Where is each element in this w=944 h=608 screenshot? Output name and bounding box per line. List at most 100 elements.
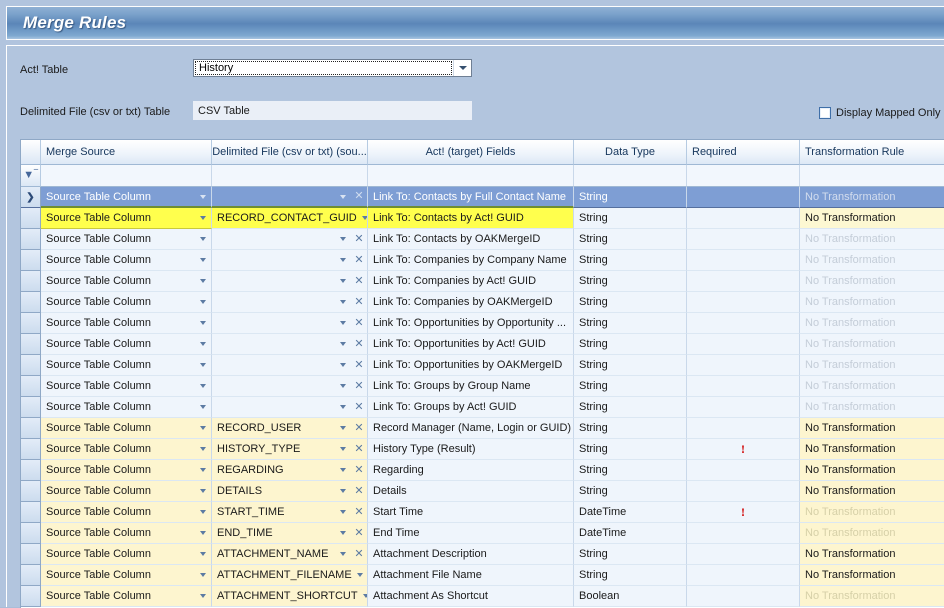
cell-merge-source[interactable]: Source Table Column: [41, 250, 212, 271]
clear-mapping-icon[interactable]: ✕: [351, 229, 367, 250]
chevron-down-icon[interactable]: [335, 271, 351, 291]
cell-delimited-file[interactable]: ATTACHMENT_NAME✕: [212, 544, 368, 565]
cell-transformation-rule[interactable]: No Transformation: [800, 271, 944, 292]
cell-merge-source[interactable]: Source Table Column: [41, 544, 212, 565]
chevron-down-icon[interactable]: [335, 502, 351, 522]
row-indicator-cell[interactable]: [21, 355, 41, 376]
cell-transformation-rule[interactable]: No Transformation: [800, 229, 944, 250]
cell-delimited-file[interactable]: ✕: [212, 250, 368, 271]
row-indicator-cell[interactable]: [21, 523, 41, 544]
chevron-down-icon[interactable]: [352, 565, 368, 585]
clear-mapping-icon[interactable]: ✕: [351, 460, 367, 481]
row-indicator-cell[interactable]: [21, 502, 41, 523]
act-table-select[interactable]: History: [193, 59, 472, 77]
table-row[interactable]: Source Table ColumnRECORD_CONTACT_GUID✕L…: [21, 208, 944, 229]
chevron-down-icon[interactable]: [195, 334, 211, 354]
cell-merge-source[interactable]: Source Table Column: [41, 187, 212, 208]
cell-merge-source[interactable]: Source Table Column: [41, 565, 212, 586]
cell-transformation-rule[interactable]: No Transformation: [800, 397, 944, 418]
cell-merge-source[interactable]: Source Table Column: [41, 271, 212, 292]
clear-mapping-icon[interactable]: ✕: [351, 187, 367, 207]
filter-input-data-type[interactable]: [574, 165, 687, 187]
chevron-down-icon[interactable]: [195, 460, 211, 480]
clear-mapping-icon[interactable]: ✕: [351, 481, 367, 502]
chevron-down-icon[interactable]: [335, 397, 351, 417]
row-indicator-cell[interactable]: [21, 376, 41, 397]
cell-transformation-rule[interactable]: No Transformation: [800, 334, 944, 355]
cell-delimited-file[interactable]: RECORD_USER✕: [212, 418, 368, 439]
chevron-down-icon[interactable]: [195, 313, 211, 333]
cell-delimited-file[interactable]: RECORD_CONTACT_GUID✕: [212, 208, 368, 229]
row-indicator-cell[interactable]: [21, 397, 41, 418]
table-row[interactable]: Source Table ColumnRECORD_USER✕Record Ma…: [21, 418, 944, 439]
chevron-down-icon[interactable]: [335, 313, 351, 333]
cell-merge-source[interactable]: Source Table Column: [41, 376, 212, 397]
grid-filter-row[interactable]: ▼‾: [21, 165, 944, 187]
checkbox-box-icon[interactable]: [819, 107, 831, 119]
cell-merge-source[interactable]: Source Table Column: [41, 523, 212, 544]
filter-icon[interactable]: ▼‾: [21, 165, 41, 187]
cell-delimited-file[interactable]: ✕: [212, 187, 368, 208]
table-row[interactable]: Source Table Column✕Link To: Opportuniti…: [21, 355, 944, 376]
row-indicator-cell[interactable]: [21, 481, 41, 502]
chevron-down-icon[interactable]: [195, 355, 211, 375]
cell-delimited-file[interactable]: ✕: [212, 271, 368, 292]
cell-delimited-file[interactable]: ATTACHMENT_FILENAME✕: [212, 565, 368, 586]
row-indicator-cell[interactable]: [21, 229, 41, 250]
clear-mapping-icon[interactable]: ✕: [351, 334, 367, 355]
table-row[interactable]: Source Table ColumnATTACHMENT_NAME✕Attac…: [21, 544, 944, 565]
row-indicator-cell[interactable]: [21, 313, 41, 334]
table-row[interactable]: Source Table ColumnDETAILS✕DetailsString…: [21, 481, 944, 502]
chevron-down-icon[interactable]: [335, 334, 351, 354]
chevron-down-icon[interactable]: [195, 418, 211, 438]
clear-mapping-icon[interactable]: ✕: [351, 544, 367, 565]
column-header-required[interactable]: Required: [687, 140, 800, 165]
cell-delimited-file[interactable]: ✕: [212, 376, 368, 397]
cell-delimited-file[interactable]: REGARDING✕: [212, 460, 368, 481]
table-row[interactable]: Source Table ColumnATTACHMENT_FILENAME✕A…: [21, 565, 944, 586]
chevron-down-icon[interactable]: [195, 187, 211, 206]
row-indicator-cell[interactable]: [21, 586, 41, 607]
clear-mapping-icon[interactable]: ✕: [351, 397, 367, 418]
table-row[interactable]: Source Table Column✕Link To: Opportuniti…: [21, 313, 944, 334]
table-row[interactable]: Source Table Column✕Link To: Opportuniti…: [21, 334, 944, 355]
chevron-down-icon[interactable]: [195, 502, 211, 522]
row-indicator-cell[interactable]: [21, 418, 41, 439]
clear-mapping-icon[interactable]: ✕: [351, 523, 367, 544]
filter-input-merge-source[interactable]: [41, 165, 212, 187]
cell-merge-source[interactable]: Source Table Column: [41, 208, 212, 229]
chevron-down-icon[interactable]: [195, 565, 211, 585]
table-row[interactable]: Source Table Column✕Link To: Companies b…: [21, 292, 944, 313]
cell-merge-source[interactable]: Source Table Column: [41, 355, 212, 376]
row-indicator-cell[interactable]: [21, 544, 41, 565]
clear-mapping-icon[interactable]: ✕: [351, 502, 367, 523]
cell-transformation-rule[interactable]: No Transformation: [800, 565, 944, 586]
column-header-delimited-file[interactable]: Delimited File (csv or txt) (sou...: [212, 140, 368, 165]
row-indicator-cell[interactable]: [21, 439, 41, 460]
chevron-down-icon[interactable]: [453, 60, 471, 76]
row-indicator-cell[interactable]: [21, 460, 41, 481]
cell-delimited-file[interactable]: ✕: [212, 292, 368, 313]
filter-input-act-fields[interactable]: [368, 165, 574, 187]
cell-delimited-file[interactable]: START_TIME✕: [212, 502, 368, 523]
chevron-down-icon[interactable]: [195, 523, 211, 543]
chevron-down-icon[interactable]: [335, 229, 351, 249]
chevron-down-icon[interactable]: [195, 292, 211, 312]
table-row[interactable]: Source Table ColumnHISTORY_TYPE✕History …: [21, 439, 944, 460]
chevron-down-icon[interactable]: [195, 229, 211, 249]
cell-merge-source[interactable]: Source Table Column: [41, 334, 212, 355]
table-row[interactable]: Source Table Column✕Link To: Companies b…: [21, 271, 944, 292]
cell-transformation-rule[interactable]: No Transformation: [800, 544, 944, 565]
display-mapped-only-checkbox[interactable]: Display Mapped Only: [819, 107, 941, 119]
table-row[interactable]: Source Table ColumnEND_TIME✕End TimeDate…: [21, 523, 944, 544]
table-row[interactable]: Source Table Column✕Link To: Groups by G…: [21, 376, 944, 397]
table-row[interactable]: Source Table ColumnREGARDING✕RegardingSt…: [21, 460, 944, 481]
chevron-down-icon[interactable]: [195, 271, 211, 291]
filter-input-required[interactable]: [687, 165, 800, 187]
cell-merge-source[interactable]: Source Table Column: [41, 229, 212, 250]
chevron-down-icon[interactable]: [195, 544, 211, 564]
chevron-down-icon[interactable]: [335, 250, 351, 270]
table-row[interactable]: Source Table Column✕Link To: Groups by A…: [21, 397, 944, 418]
cell-delimited-file[interactable]: ✕: [212, 397, 368, 418]
chevron-down-icon[interactable]: [335, 187, 351, 206]
